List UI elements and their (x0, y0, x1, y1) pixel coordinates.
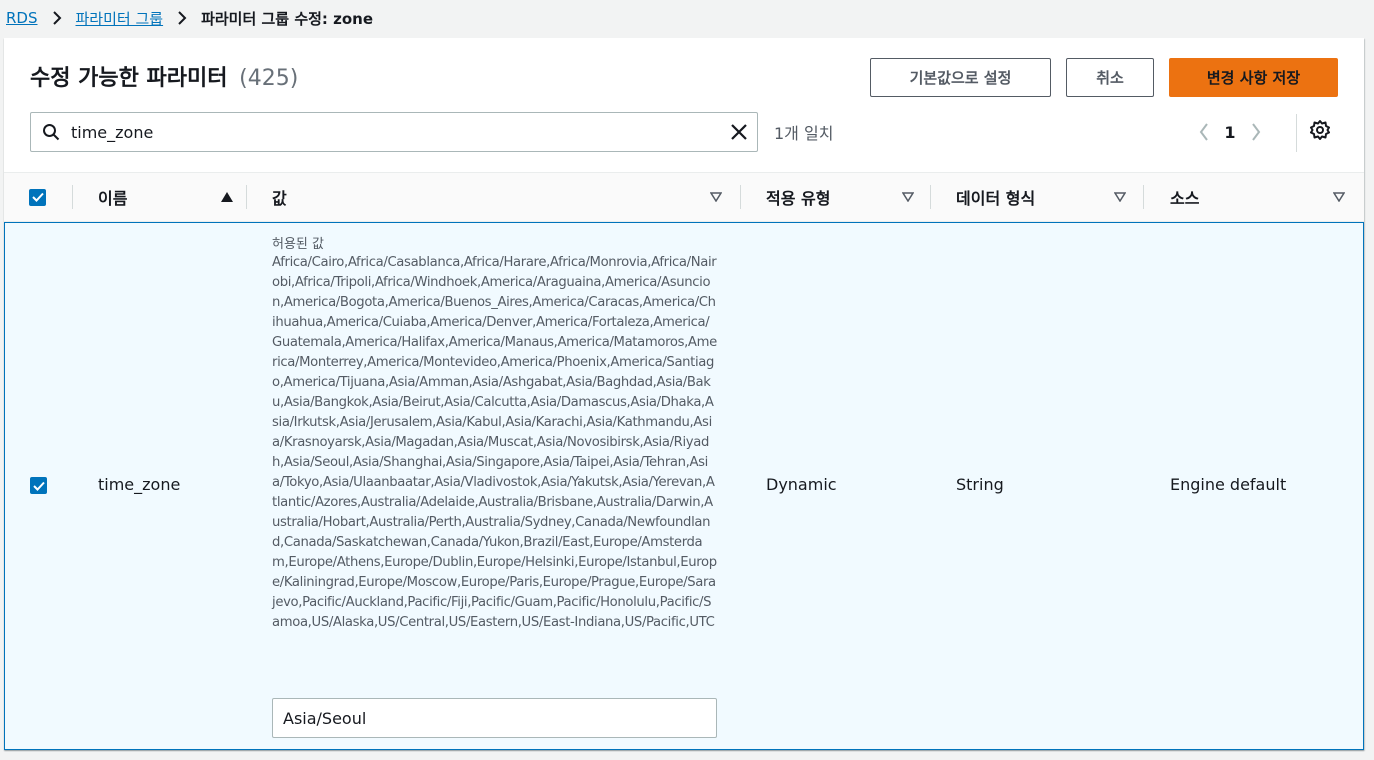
source: Engine default (1170, 475, 1287, 494)
reset-defaults-button[interactable]: 기본값으로 설정 (870, 58, 1051, 97)
check-icon (31, 192, 44, 202)
breadcrumb: RDS 파라미터 그룹 파라미터 그룹 수정: zone (6, 0, 373, 36)
sort-down-icon[interactable] (902, 192, 914, 202)
current-page[interactable]: 1 (1218, 123, 1242, 142)
chevron-right-icon (177, 11, 187, 25)
save-changes-button[interactable]: 변경 사항 저장 (1169, 58, 1338, 97)
apply-type: Dynamic (766, 475, 837, 494)
column-divider (1143, 185, 1144, 209)
parameter-name: time_zone (98, 475, 181, 494)
column-header-source-label: 소스 (1170, 189, 1200, 208)
sort-down-icon[interactable] (1114, 192, 1126, 202)
column-header-name[interactable]: 이름 (98, 173, 234, 221)
close-icon[interactable] (721, 123, 757, 141)
breadcrumb-rds-link[interactable]: RDS (6, 9, 38, 27)
pager-divider (1296, 114, 1297, 152)
breadcrumb-parameter-groups-link[interactable]: 파라미터 그룹 (76, 8, 164, 29)
column-divider (246, 185, 247, 209)
search-icon (31, 123, 71, 141)
column-header-data-type-label: 데이터 형식 (956, 189, 1036, 208)
column-header-value[interactable]: 값 (272, 173, 722, 221)
column-header-name-label: 이름 (98, 189, 128, 208)
row-checkbox[interactable] (30, 477, 47, 494)
column-divider (930, 185, 931, 209)
parameters-panel: 수정 가능한 파라미터 (425) 기본값으로 설정 취소 변경 사항 저장 1… (4, 38, 1364, 750)
column-divider (72, 185, 73, 209)
column-divider (740, 185, 741, 209)
column-header-data-type[interactable]: 데이터 형식 (956, 173, 1126, 221)
parameter-value-input[interactable] (272, 698, 717, 738)
page-title-text: 수정 가능한 파라미터 (30, 66, 228, 91)
sort-asc-icon[interactable] (220, 191, 234, 203)
allowed-values-label: 허용된 값 (272, 237, 324, 252)
page-title: 수정 가능한 파라미터 (425) (30, 60, 298, 92)
select-all-checkbox[interactable] (29, 188, 46, 206)
column-header-value-label: 값 (272, 189, 287, 208)
check-icon (32, 481, 45, 491)
select-all-cell (29, 173, 49, 221)
match-count: 1개 일치 (774, 124, 834, 143)
column-header-apply-type[interactable]: 적용 유형 (766, 173, 914, 221)
gear-icon[interactable] (1309, 119, 1331, 145)
table-header: 이름 값 적용 유형 데이터 형식 소스 (4, 172, 1364, 222)
data-type: String (956, 475, 1004, 494)
sort-down-icon[interactable] (1333, 192, 1345, 202)
column-header-apply-type-label: 적용 유형 (766, 189, 831, 208)
search-box (30, 112, 758, 152)
chevron-left-icon[interactable] (1190, 123, 1218, 141)
search-input[interactable] (71, 114, 721, 150)
column-header-source[interactable]: 소스 (1170, 173, 1345, 221)
allowed-values-text: Africa/Cairo,Africa/Casablanca,Africa/Ha… (272, 255, 717, 630)
table-row[interactable]: time_zone 허용된 값 Africa/Cairo,Africa/Casa… (4, 222, 1364, 750)
pagination: 1 (1190, 118, 1270, 146)
breadcrumb-current: 파라미터 그룹 수정: zone (201, 9, 374, 28)
parameter-count: (425) (239, 66, 299, 91)
chevron-right-icon (52, 11, 62, 25)
chevron-right-icon[interactable] (1242, 123, 1270, 141)
cancel-button[interactable]: 취소 (1066, 58, 1154, 97)
sort-down-icon[interactable] (710, 192, 722, 202)
